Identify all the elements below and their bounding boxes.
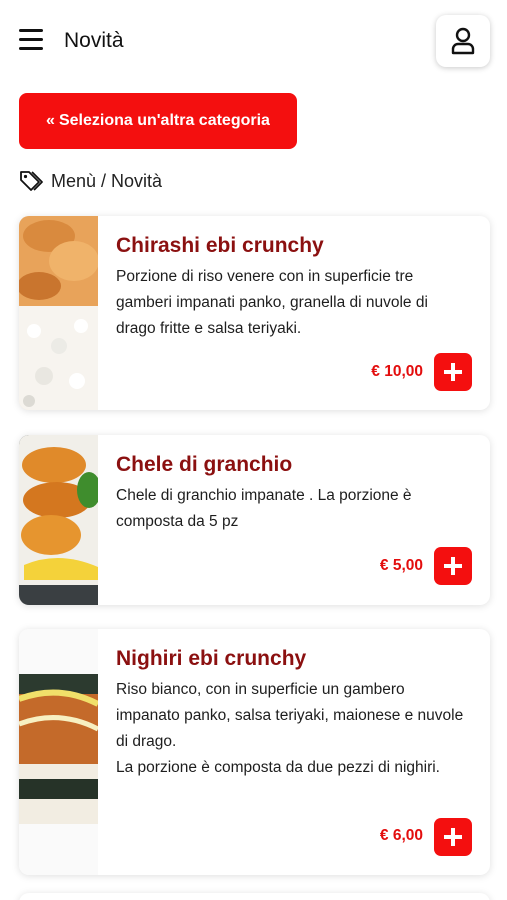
plus-icon [444,557,462,575]
user-icon [451,27,475,55]
hamburger-menu-icon[interactable] [19,29,43,51]
product-card [19,893,490,900]
add-to-cart-button[interactable] [434,818,472,856]
header: Novità [0,0,507,82]
select-other-category-button[interactable]: « Seleziona un'altra categoria [19,93,297,149]
tags-icon [20,171,43,191]
select-other-category-label: Seleziona un'altra categoria [58,112,270,129]
product-image [19,216,98,410]
product-name: Chele di granchio [116,453,293,476]
breadcrumb-text: Menù / Novità [51,170,163,191]
product-image [19,629,98,875]
double-chevron-left-icon: « [46,112,55,129]
product-name: Nighiri ebi crunchy [116,647,307,670]
product-description: Porzione di riso venere con in superfici… [116,268,428,337]
user-account-button[interactable] [436,15,490,67]
plus-icon [444,363,462,381]
product-description: Chele di granchio impanate . La porzione… [116,487,412,530]
add-to-cart-button[interactable] [434,353,472,391]
product-price: € 6,00 [379,827,423,844]
page-title: Novità [64,29,124,52]
add-to-cart-button[interactable] [434,547,472,585]
product-name: Chirashi ebi crunchy [116,234,324,257]
breadcrumb: Menù / Novità [19,170,162,192]
product-description: Riso bianco, con in superficie un gamber… [116,681,464,776]
product-card: Chirashi ebi crunchy Porzione di riso ve… [19,216,490,410]
product-image [19,435,98,605]
product-price: € 10,00 [371,363,423,380]
product-card: Chele di granchio Chele di granchio impa… [19,435,490,605]
product-card: Nighiri ebi crunchy Riso bianco, con in … [19,629,490,875]
plus-icon [444,828,462,846]
product-price: € 5,00 [379,557,423,574]
